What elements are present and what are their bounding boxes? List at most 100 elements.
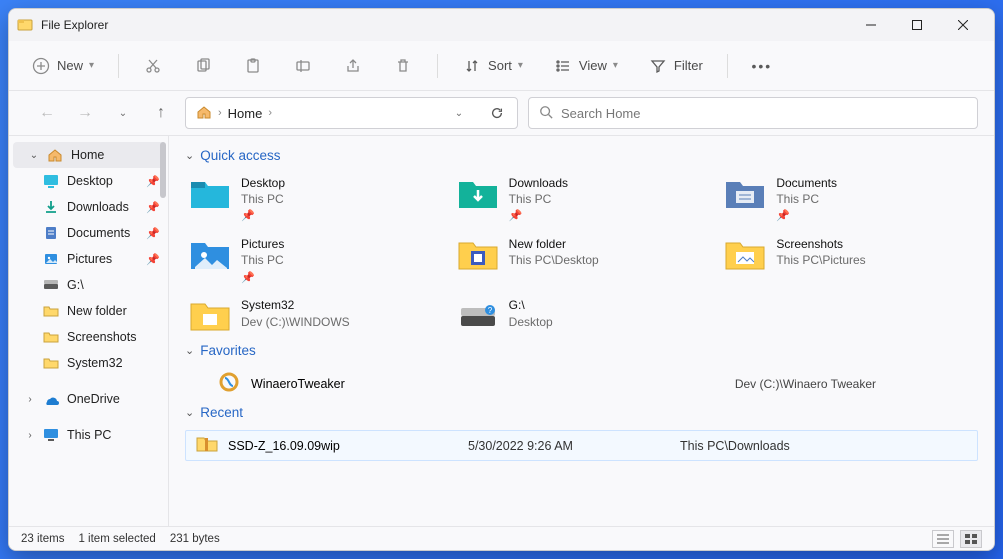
sort-button[interactable]: Sort ▾ (456, 52, 529, 80)
pin-icon: 📌 (241, 209, 285, 224)
section-label: Favorites (200, 343, 256, 358)
search-icon (539, 105, 553, 122)
copy-button[interactable] (187, 52, 219, 80)
sidebar-item-downloads[interactable]: Downloads📌 (9, 194, 168, 220)
view-button[interactable]: View ▾ (547, 52, 624, 80)
sidebar-item-label: Screenshots (67, 330, 136, 344)
favorite-item[interactable]: WinaeroTweaker Dev (C:)\Winaero Tweaker (185, 368, 978, 399)
qa-item-screenshots[interactable]: ScreenshotsThis PC\Pictures (720, 234, 978, 287)
sidebar-item-newfolder[interactable]: New folder (9, 298, 168, 324)
section-recent[interactable]: ⌄ Recent (185, 405, 978, 420)
sidebar-item-pictures[interactable]: Pictures 📌 (9, 246, 168, 272)
status-selection: 1 item selected (78, 533, 155, 545)
filter-button[interactable]: Filter (642, 52, 709, 80)
separator (727, 54, 728, 78)
share-button[interactable] (337, 52, 369, 80)
favorite-name: WinaeroTweaker (251, 377, 345, 391)
qa-item-downloads[interactable]: DownloadsThis PC📌 (453, 173, 711, 226)
sidebar-item-desktop[interactable]: Desktop📌 (9, 168, 168, 194)
sidebar-home[interactable]: ⌄ Home (13, 142, 164, 168)
pin-icon: 📌 (776, 209, 837, 224)
back-button[interactable]: ← (33, 99, 61, 127)
chevron-right-icon: › (216, 107, 224, 119)
delete-button[interactable] (387, 52, 419, 80)
sort-label: Sort (488, 58, 512, 73)
qa-item-pictures[interactable]: PicturesThis PC📌 (185, 234, 443, 287)
qa-sub: This PC\Desktop (509, 252, 599, 268)
qa-name: Downloads (509, 175, 568, 191)
qa-item-drive-g[interactable]: ?G:\Desktop (453, 295, 711, 337)
more-button[interactable]: ••• (746, 52, 778, 80)
sidebar-scrollbar[interactable] (160, 142, 166, 198)
maximize-button[interactable] (894, 10, 940, 40)
minimize-button[interactable] (848, 10, 894, 40)
rename-button[interactable] (287, 52, 319, 80)
chevron-right-icon: › (25, 430, 35, 441)
address-bar-row: ← → ⌄ ↑ › Home › ⌄ Search Home (9, 91, 994, 135)
sidebar-item-label: Downloads (67, 200, 129, 214)
up-button[interactable]: ↑ (147, 99, 175, 127)
sidebar-item-documents[interactable]: Documents📌 (9, 220, 168, 246)
recent-name: SSD-Z_16.09.09wip (228, 439, 340, 453)
sidebar-thispc-label: This PC (67, 428, 111, 442)
qa-sub: This PC (509, 191, 568, 207)
view-label: View (579, 58, 607, 73)
sidebar-item-label: Desktop (67, 174, 113, 188)
pin-icon: 📌 (146, 253, 160, 266)
history-chevron[interactable]: ⌄ (109, 99, 137, 127)
chevron-down-icon: ▾ (89, 60, 94, 71)
sidebar-item-label: Pictures (67, 252, 112, 266)
section-favorites[interactable]: ⌄Favorites (185, 343, 978, 358)
sidebar-onedrive[interactable]: ›OneDrive (9, 386, 168, 412)
qa-name: G:\ (509, 297, 553, 313)
breadcrumb-bar[interactable]: › Home › ⌄ (185, 97, 518, 129)
statusbar: 23 items 1 item selected 231 bytes (9, 526, 994, 550)
tiles-view-toggle[interactable] (960, 530, 982, 548)
new-button[interactable]: New ▾ (25, 52, 100, 80)
section-label: Recent (200, 405, 243, 420)
refresh-button[interactable] (483, 99, 511, 127)
sidebar-item-label: System32 (67, 356, 123, 370)
chevron-down-icon: ⌄ (185, 406, 194, 419)
pc-icon (43, 427, 59, 443)
content-split: ⌄ Home Desktop📌 Downloads📌 Documents📌 Pi… (9, 135, 994, 526)
downloads-icon (43, 199, 59, 215)
chevron-down-icon: ⌄ (29, 150, 39, 161)
qa-item-system32[interactable]: System32Dev (C:)\WINDOWS (185, 295, 443, 337)
paste-button[interactable] (237, 52, 269, 80)
search-placeholder: Search Home (561, 106, 640, 121)
app-icon (17, 17, 33, 33)
breadcrumb-home[interactable]: › Home › (192, 102, 278, 125)
qa-name: Pictures (241, 236, 284, 252)
qa-name: System32 (241, 297, 350, 313)
section-quick-access[interactable]: ⌄Quick access (185, 148, 978, 163)
qa-name: Screenshots (776, 236, 865, 252)
search-box[interactable]: Search Home (528, 97, 978, 129)
qa-sub: This PC (241, 191, 285, 207)
onedrive-icon (43, 391, 59, 407)
cut-button[interactable] (137, 52, 169, 80)
breadcrumb-dropdown[interactable]: ⌄ (445, 99, 473, 127)
paste-icon (243, 56, 263, 76)
qa-name: New folder (509, 236, 599, 252)
qa-item-newfolder[interactable]: New folderThis PC\Desktop (453, 234, 711, 287)
sidebar-item-drive-g[interactable]: G:\ (9, 272, 168, 298)
details-view-toggle[interactable] (932, 530, 954, 548)
sidebar-item-screenshots[interactable]: Screenshots (9, 324, 168, 350)
recent-path: This PC\Downloads (680, 439, 790, 453)
forward-button[interactable]: → (71, 99, 99, 127)
window-title: File Explorer (41, 18, 848, 32)
recent-item-selected[interactable]: SSD-Z_16.09.09wip 5/30/2022 9:26 AM This… (185, 430, 978, 461)
sidebar: ⌄ Home Desktop📌 Downloads📌 Documents📌 Pi… (9, 136, 169, 526)
close-button[interactable] (940, 10, 986, 40)
chevron-right-icon: › (25, 394, 35, 405)
desktop-icon (43, 173, 59, 189)
sidebar-thispc[interactable]: › This PC (9, 422, 168, 448)
qa-item-desktop[interactable]: DesktopThis PC📌 (185, 173, 443, 226)
filter-label: Filter (674, 58, 703, 73)
downloads-icon (457, 175, 499, 213)
sidebar-item-system32[interactable]: System32 (9, 350, 168, 376)
folder-icon (43, 329, 59, 345)
documents-icon (43, 225, 59, 241)
qa-item-documents[interactable]: DocumentsThis PC📌 (720, 173, 978, 226)
